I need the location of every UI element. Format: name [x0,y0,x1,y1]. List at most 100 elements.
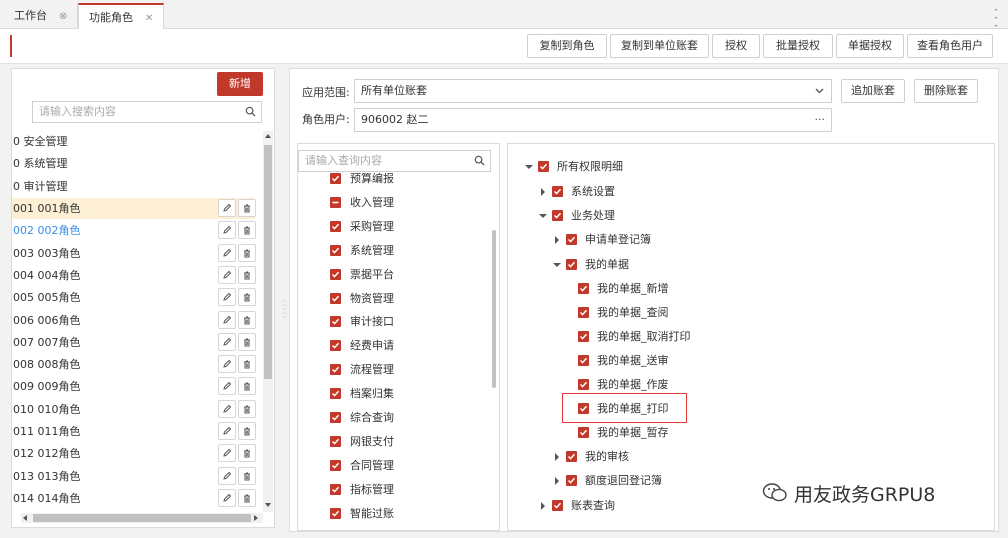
list-item[interactable]: 0 审计管理 [12,176,255,197]
checkbox[interactable] [578,331,589,342]
expand-arrow-icon[interactable] [541,188,545,196]
list-item[interactable]: 007 007角色 [12,332,256,353]
checkbox[interactable] [330,316,341,328]
list-item[interactable]: 008 008角色 [12,354,256,375]
trash-icon[interactable] [238,488,256,507]
edit-icon[interactable] [218,355,236,374]
role-search-input[interactable]: 请输入搜索内容 [32,101,262,123]
checkbox[interactable] [330,268,341,280]
checkbox[interactable] [330,435,341,447]
expand-arrow-icon[interactable] [555,477,559,485]
checkbox[interactable] [566,451,577,462]
edit-icon[interactable] [218,310,236,329]
expand-arrow-icon[interactable] [541,502,545,510]
partial-checkbox[interactable] [330,196,341,208]
module-item[interactable]: 档案归集 [330,387,480,405]
checkbox[interactable] [330,340,341,352]
search-icon[interactable] [245,106,256,117]
tab-workbench[interactable]: 工作台 ⊗ [4,3,79,29]
tab-function-role[interactable]: 功能角色 ✕ [78,3,165,30]
tree-node[interactable]: 额度退回登记簿 [553,474,753,492]
scroll-right-icon[interactable] [254,515,258,521]
trash-icon[interactable] [238,221,256,240]
scroll-left-icon[interactable] [23,515,27,521]
module-item[interactable]: 物资管理 [330,292,480,310]
checkbox[interactable] [330,412,341,423]
module-item[interactable]: 流程管理 [330,363,480,381]
view-role-users-button[interactable]: 查看角色用户 [907,34,993,58]
list-item[interactable]: 013 013角色 [12,466,256,487]
trash-icon[interactable] [238,466,256,485]
checkbox[interactable] [578,355,589,366]
edit-icon[interactable] [218,422,236,440]
tree-node[interactable]: 我的审核 [553,450,753,468]
document-authorize-button[interactable]: 单据授权 [836,34,904,58]
list-item[interactable]: 006 006角色 [12,310,256,331]
module-item[interactable]: 综合查询 [330,411,480,429]
module-item[interactable]: 指标管理 [330,483,480,501]
module-item[interactable]: 系统管理 [330,244,480,262]
panel-splitter[interactable]: ·· ·· ·· ·· ·· [282,298,287,326]
scroll-up-icon[interactable] [265,134,271,138]
add-role-button[interactable]: 新增 [217,72,263,96]
edit-icon[interactable] [218,243,236,262]
checkbox[interactable] [578,427,589,438]
checkbox[interactable] [552,210,563,221]
edit-icon[interactable] [218,444,236,463]
checkbox[interactable] [330,364,341,376]
trash-icon[interactable] [238,243,256,262]
list-item[interactable]: 0 系统管理 [12,153,255,174]
tree-node[interactable]: 我的单据_取消打印 [576,330,776,348]
edit-icon[interactable] [218,265,236,284]
copy-to-role-button[interactable]: 复制到角色 [527,34,607,58]
checkbox[interactable] [330,244,341,256]
scroll-down-icon[interactable] [265,503,271,507]
tree-node[interactable]: 我的单据_送审 [576,354,776,372]
trash-icon[interactable] [238,332,256,351]
collapse-arrow-icon[interactable] [525,165,533,169]
list-item[interactable]: 003 003角色 [12,243,256,264]
checkbox[interactable] [578,307,589,318]
list-item[interactable]: 011 011角色 [12,421,256,442]
list-item[interactable]: 001 001角色 [12,198,256,219]
list-item[interactable]: 014 014角色 [12,488,256,509]
trash-icon[interactable] [238,444,256,463]
trash-icon[interactable] [238,310,256,329]
edit-icon[interactable] [218,199,236,217]
edit-icon[interactable] [218,332,236,351]
collapse-arrow-icon[interactable] [539,214,547,218]
tree-node[interactable]: 账表查询 [539,499,739,517]
close-icon[interactable]: ⊗ [59,11,67,22]
trash-icon[interactable] [238,265,256,284]
tree-node[interactable]: 我的单据 [553,258,753,276]
edit-icon[interactable] [218,399,236,418]
list-item[interactable]: 004 004角色 [12,265,256,286]
copy-to-account-button[interactable]: 复制到单位账套 [610,34,709,58]
batch-authorize-button[interactable]: 批量授权 [763,34,833,58]
list-item[interactable]: 005 005角色 [12,287,256,308]
search-icon[interactable] [474,155,485,166]
checkbox[interactable] [552,186,563,197]
module-item[interactable]: 合同管理 [330,459,480,477]
checkbox[interactable] [538,161,549,172]
checkbox[interactable] [330,459,341,471]
role-list-scrollbar[interactable] [263,131,273,512]
module-item[interactable]: 预算编报 [330,173,480,190]
checkbox[interactable] [566,475,577,486]
tree-node[interactable]: 所有权限明细 [525,160,725,178]
checkbox[interactable] [552,500,563,511]
tree-node[interactable]: 申请单登记簿 [553,233,753,251]
scope-select[interactable]: 所有单位账套 [354,79,832,103]
hscroll-thumb[interactable] [33,514,251,522]
edit-icon[interactable] [218,288,236,307]
checkbox[interactable] [330,507,341,519]
expand-arrow-icon[interactable] [555,236,559,244]
checkbox[interactable] [330,292,341,304]
authorize-button[interactable]: 授权 [712,34,760,58]
add-account-button[interactable]: 追加账套 [841,79,905,103]
ellipsis-icon[interactable]: ··· [815,109,826,131]
module-item[interactable]: 审计接口 [330,315,480,333]
trash-icon[interactable] [238,422,256,440]
checkbox[interactable] [566,259,577,270]
module-search-input[interactable]: 请输入查询内容 [298,150,491,172]
